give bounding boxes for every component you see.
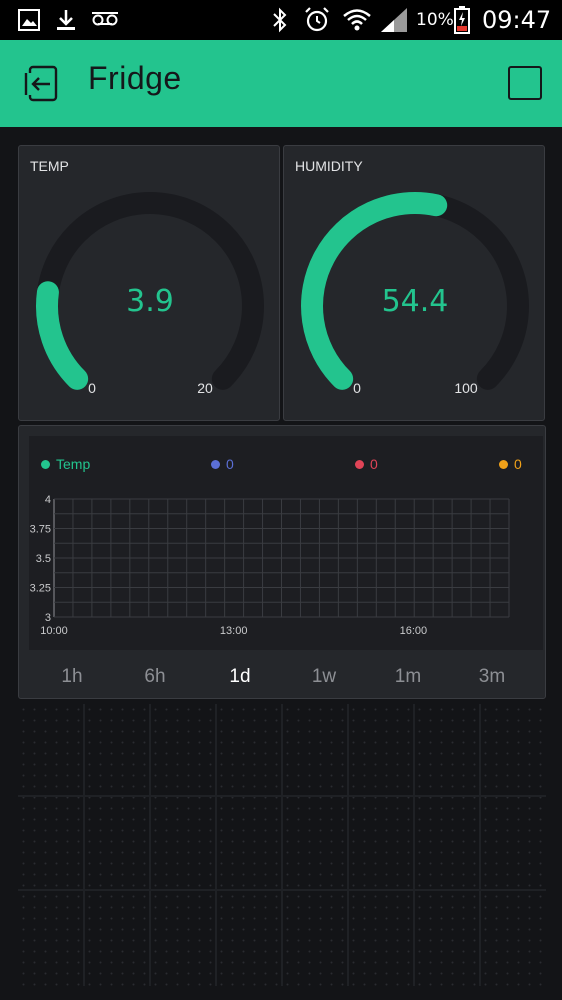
voicemail-icon bbox=[92, 0, 118, 40]
humidity-gauge-widget[interactable]: HUMIDITY 54.4 0 100 bbox=[283, 145, 545, 421]
tab-3m[interactable]: 3m bbox=[462, 654, 522, 700]
app-header: Fridge bbox=[0, 40, 562, 127]
y-tick-label: 4 bbox=[45, 494, 51, 506]
y-tick-label: 3 bbox=[45, 612, 51, 624]
wifi-icon bbox=[342, 0, 372, 40]
play-stop-button[interactable] bbox=[508, 66, 542, 100]
status-bar: 10% 09:47 bbox=[0, 0, 562, 40]
battery-icon bbox=[454, 0, 470, 40]
gauge-value: 54.4 bbox=[382, 284, 449, 319]
time-range-tabs: 1h 6h 1d 1w 1m 3m bbox=[19, 654, 547, 700]
tab-1w[interactable]: 1w bbox=[294, 654, 354, 700]
temp-gauge: 3.9 0 20 bbox=[36, 192, 264, 396]
gallery-icon bbox=[18, 0, 40, 40]
tab-1m[interactable]: 1m bbox=[378, 654, 438, 700]
signal-icon bbox=[380, 0, 408, 40]
history-graph-widget[interactable]: Temp 0 0 0 4 3.75 3.5 3.25 3 10:00 13:00 16:00… bbox=[18, 425, 546, 699]
bluetooth-icon bbox=[272, 0, 288, 40]
x-tick-label: 16:00 bbox=[400, 625, 428, 637]
x-tick-label: 13:00 bbox=[220, 625, 248, 637]
temp-gauge-widget[interactable]: TEMP 3.9 0 20 bbox=[18, 145, 280, 421]
clock: 09:47 bbox=[482, 6, 552, 34]
gauge-min-label: 0 bbox=[88, 380, 96, 396]
tab-6h[interactable]: 6h bbox=[125, 654, 185, 700]
gauge-value: 3.9 bbox=[126, 284, 174, 319]
x-tick-label: 10:00 bbox=[40, 625, 68, 637]
gauge-max-label: 100 bbox=[454, 380, 478, 396]
battery-percent: 10% bbox=[416, 10, 454, 30]
y-tick-label: 3.5 bbox=[36, 553, 51, 565]
line-chart: 43.753.53.253 10:0013:0016:0019:0022:000… bbox=[30, 494, 510, 637]
gauge-max-label: 20 bbox=[197, 380, 213, 396]
page-title: Fridge bbox=[88, 60, 182, 96]
alarm-icon bbox=[304, 0, 330, 40]
download-icon bbox=[56, 0, 76, 40]
y-tick-label: 3.25 bbox=[30, 583, 51, 595]
tab-1d[interactable]: 1d bbox=[210, 654, 270, 700]
chart-grid bbox=[53, 498, 510, 618]
y-axis-ticks: 4 3.75 3.5 3.25 3 bbox=[30, 494, 51, 624]
gauge-min-label: 0 bbox=[353, 380, 361, 396]
x-axis-ticks: 10:0013:0016:0019:0022:0001:0004:0007:00 bbox=[40, 625, 428, 637]
widget-canvas-grid[interactable] bbox=[18, 704, 546, 986]
humidity-gauge: 54.4 0 100 bbox=[301, 192, 529, 396]
tab-1h[interactable]: 1h bbox=[42, 654, 102, 700]
y-tick-label: 3.75 bbox=[30, 524, 51, 536]
exit-project-icon[interactable] bbox=[22, 64, 66, 104]
chart-area: Temp 0 0 0 4 3.75 3.5 3.25 3 10:00 13:00 16:00… bbox=[29, 436, 543, 650]
